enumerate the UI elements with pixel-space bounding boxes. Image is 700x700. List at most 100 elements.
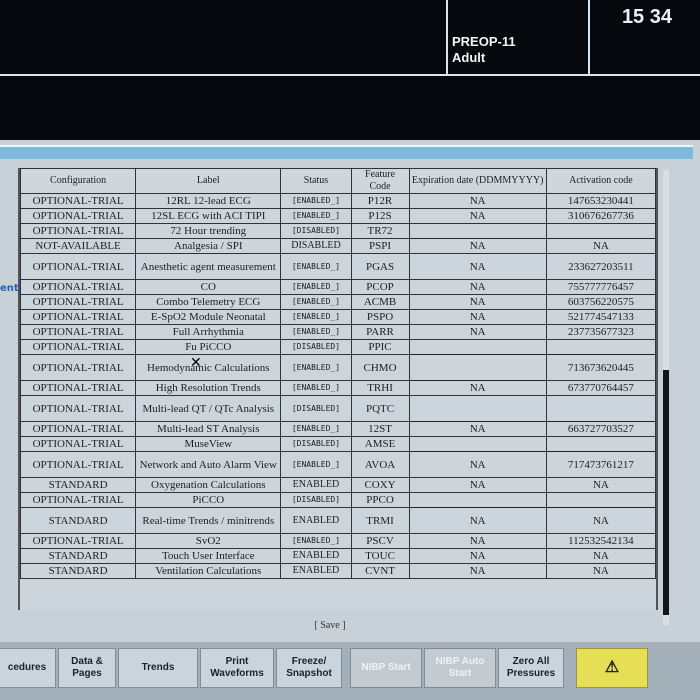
table-row[interactable]: OPTIONAL-TRIAL Hemodynamic Calculations [E… <box>20 354 656 381</box>
freeze-snapshot-button[interactable]: Freeze/ Snapshot <box>276 648 342 688</box>
trends-button[interactable]: Trends <box>118 648 198 688</box>
data-pages-button[interactable]: Data & Pages <box>58 648 116 688</box>
cell-configuration: NOT-AVAILABLE <box>20 238 137 254</box>
cell-configuration: OPTIONAL-TRIAL <box>20 279 137 295</box>
table-row[interactable]: OPTIONAL-TRIAL High Resolution Trends [ENA… <box>20 380 656 396</box>
cell-label: E-SpO2 Module Neonatal <box>135 309 282 325</box>
cell-status[interactable]: [ENABLED_] <box>280 324 352 340</box>
cell-activation-code: NA <box>545 238 656 254</box>
cell-configuration: OPTIONAL-TRIAL <box>20 421 137 437</box>
cell-activation-code: 310676267736 <box>545 208 656 224</box>
table-row[interactable]: STANDARD Touch User Interface ENABLED TOUC N… <box>20 548 656 564</box>
cell-feature-code: PSPO <box>350 309 410 325</box>
patient-type: Adult <box>452 50 486 65</box>
table-header-row: Configuration Label Status Feature Code … <box>20 168 656 194</box>
alarm-silence-button[interactable]: ⚠ <box>576 648 648 688</box>
cell-status[interactable]: [ENABLED_] <box>280 421 352 437</box>
table-row[interactable]: OPTIONAL-TRIAL 12RL 12-lead ECG [ENABLED_]… <box>20 193 656 209</box>
table-row[interactable]: STANDARD Ventilation Calculations ENABLED C… <box>20 563 656 579</box>
table-row[interactable]: OPTIONAL-TRIAL Full Arrhythmia [ENABLED_] P… <box>20 324 656 340</box>
zero-all-pressures-button[interactable]: Zero All Pressures <box>498 648 564 688</box>
cell-activation-code: 755777776457 <box>545 279 656 295</box>
scrollbar-thumb[interactable] <box>663 370 669 615</box>
cell-status[interactable]: [DISABLED] <box>280 339 352 355</box>
table-row[interactable]: OPTIONAL-TRIAL PiCCO [DISABLED] PPCO <box>20 492 656 508</box>
cell-activation-code: 603756220575 <box>545 294 656 310</box>
table-row[interactable]: OPTIONAL-TRIAL Anesthetic agent measureme… <box>20 253 656 280</box>
cell-label: Combo Telemetry ECG <box>135 294 282 310</box>
cell-status[interactable]: DISABLED <box>280 238 352 254</box>
save-button[interactable]: [ Save ] <box>305 620 355 631</box>
cell-activation-code: NA <box>545 477 656 493</box>
cell-status[interactable]: [ENABLED_] <box>280 451 352 478</box>
cell-label: CO <box>135 279 282 295</box>
cell-activation-code: 717473761217 <box>545 451 656 478</box>
cell-expiration-date: NA <box>408 380 547 396</box>
nibp-auto-start-button[interactable]: NIBP Auto Start <box>424 648 496 688</box>
cell-status[interactable]: ENABLED <box>280 477 352 493</box>
table-row[interactable]: OPTIONAL-TRIAL CO [ENABLED_] PCOP NA 75577777… <box>20 279 656 295</box>
side-tab-label: ent <box>0 283 19 294</box>
cell-feature-code: TRMI <box>350 507 410 534</box>
table-row[interactable]: OPTIONAL-TRIAL Multi-lead QT / QTc Analys… <box>20 395 656 422</box>
table-row[interactable]: OPTIONAL-TRIAL MuseView [DISABLED] AMSE <box>20 436 656 452</box>
table-row[interactable]: OPTIONAL-TRIAL E-SpO2 Module Neonatal [ENA… <box>20 309 656 325</box>
cell-label: 12SL ECG with ACI TIPI <box>135 208 282 224</box>
table-row[interactable]: OPTIONAL-TRIAL Network and Auto Alarm Vie… <box>20 451 656 478</box>
table-row[interactable]: NOT-AVAILABLE Analgesia / SPI DISABLED PSPI… <box>20 238 656 254</box>
cell-configuration: OPTIONAL-TRIAL <box>20 395 137 422</box>
table-row[interactable]: OPTIONAL-TRIAL 12SL ECG with ACI TIPI [ENA… <box>20 208 656 224</box>
table-row[interactable]: OPTIONAL-TRIAL SvO2 [ENABLED_] PSCV NA 112532… <box>20 533 656 549</box>
cell-configuration: STANDARD <box>20 507 137 534</box>
cell-label: Oxygenation Calculations <box>135 477 282 493</box>
table-row[interactable]: STANDARD Real-time Trends / minitrends ENA… <box>20 507 656 534</box>
cell-feature-code: PARR <box>350 324 410 340</box>
cell-status[interactable]: [ENABLED_] <box>280 533 352 549</box>
cell-feature-code: TR72 <box>350 223 410 239</box>
cell-feature-code: PCOP <box>350 279 410 295</box>
cell-label: Ventilation Calculations <box>135 563 282 579</box>
table-row[interactable]: STANDARD Oxygenation Calculations ENABLED C… <box>20 477 656 493</box>
cell-expiration-date: NA <box>408 208 547 224</box>
cell-status[interactable]: [ENABLED_] <box>280 380 352 396</box>
cell-label: PiCCO <box>135 492 282 508</box>
cell-expiration-date: NA <box>408 238 547 254</box>
cell-status[interactable]: [ENABLED_] <box>280 253 352 280</box>
cell-status[interactable]: ENABLED <box>280 548 352 564</box>
nibp-start-button[interactable]: NIBP Start <box>350 648 422 688</box>
cell-configuration: OPTIONAL-TRIAL <box>20 324 137 340</box>
table-row[interactable]: OPTIONAL-TRIAL Combo Telemetry ECG [ENABLE… <box>20 294 656 310</box>
cell-activation-code: 112532542134 <box>545 533 656 549</box>
cell-status[interactable]: [DISABLED] <box>280 223 352 239</box>
pointer-cursor-icon: ✕ <box>190 355 202 371</box>
cell-status[interactable]: [ENABLED_] <box>280 294 352 310</box>
cell-status[interactable]: [ENABLED_] <box>280 208 352 224</box>
cell-status[interactable]: ENABLED <box>280 563 352 579</box>
cell-expiration-date: NA <box>408 548 547 564</box>
cell-label: Anesthetic agent measurement <box>135 253 282 280</box>
procedures-button[interactable]: cedures <box>0 648 56 688</box>
cell-status[interactable]: [ENABLED_] <box>280 309 352 325</box>
cell-expiration-date: NA <box>408 294 547 310</box>
cell-configuration: STANDARD <box>20 477 137 493</box>
cell-label: High Resolution Trends <box>135 380 282 396</box>
cell-status[interactable]: [ENABLED_] <box>280 354 352 381</box>
column-header-expiration-date: Expiration date (DDMMYYYY) <box>408 168 547 194</box>
table-row[interactable]: OPTIONAL-TRIAL Multi-lead ST Analysis [ENA… <box>20 421 656 437</box>
print-waveforms-button[interactable]: Print Waveforms <box>200 648 274 688</box>
cell-status[interactable]: [ENABLED_] <box>280 279 352 295</box>
clock: 15 34 <box>621 6 672 28</box>
table-row[interactable]: OPTIONAL-TRIAL Fu PiCCO [DISABLED] PPIC <box>20 339 656 355</box>
cell-feature-code: PSPI <box>350 238 410 254</box>
cell-status[interactable]: [DISABLED] <box>280 492 352 508</box>
dialog-title-bar <box>0 145 693 159</box>
cell-label: 12RL 12-lead ECG <box>135 193 282 209</box>
cell-feature-code: ACMB <box>350 294 410 310</box>
cell-expiration-date: NA <box>408 533 547 549</box>
column-header-status: Status <box>280 168 352 194</box>
cell-status[interactable]: [DISABLED] <box>280 395 352 422</box>
table-row[interactable]: OPTIONAL-TRIAL 72 Hour trending [DISABLED]… <box>20 223 656 239</box>
cell-status[interactable]: [ENABLED_] <box>280 193 352 209</box>
cell-status[interactable]: [DISABLED] <box>280 436 352 452</box>
cell-status[interactable]: ENABLED <box>280 507 352 534</box>
